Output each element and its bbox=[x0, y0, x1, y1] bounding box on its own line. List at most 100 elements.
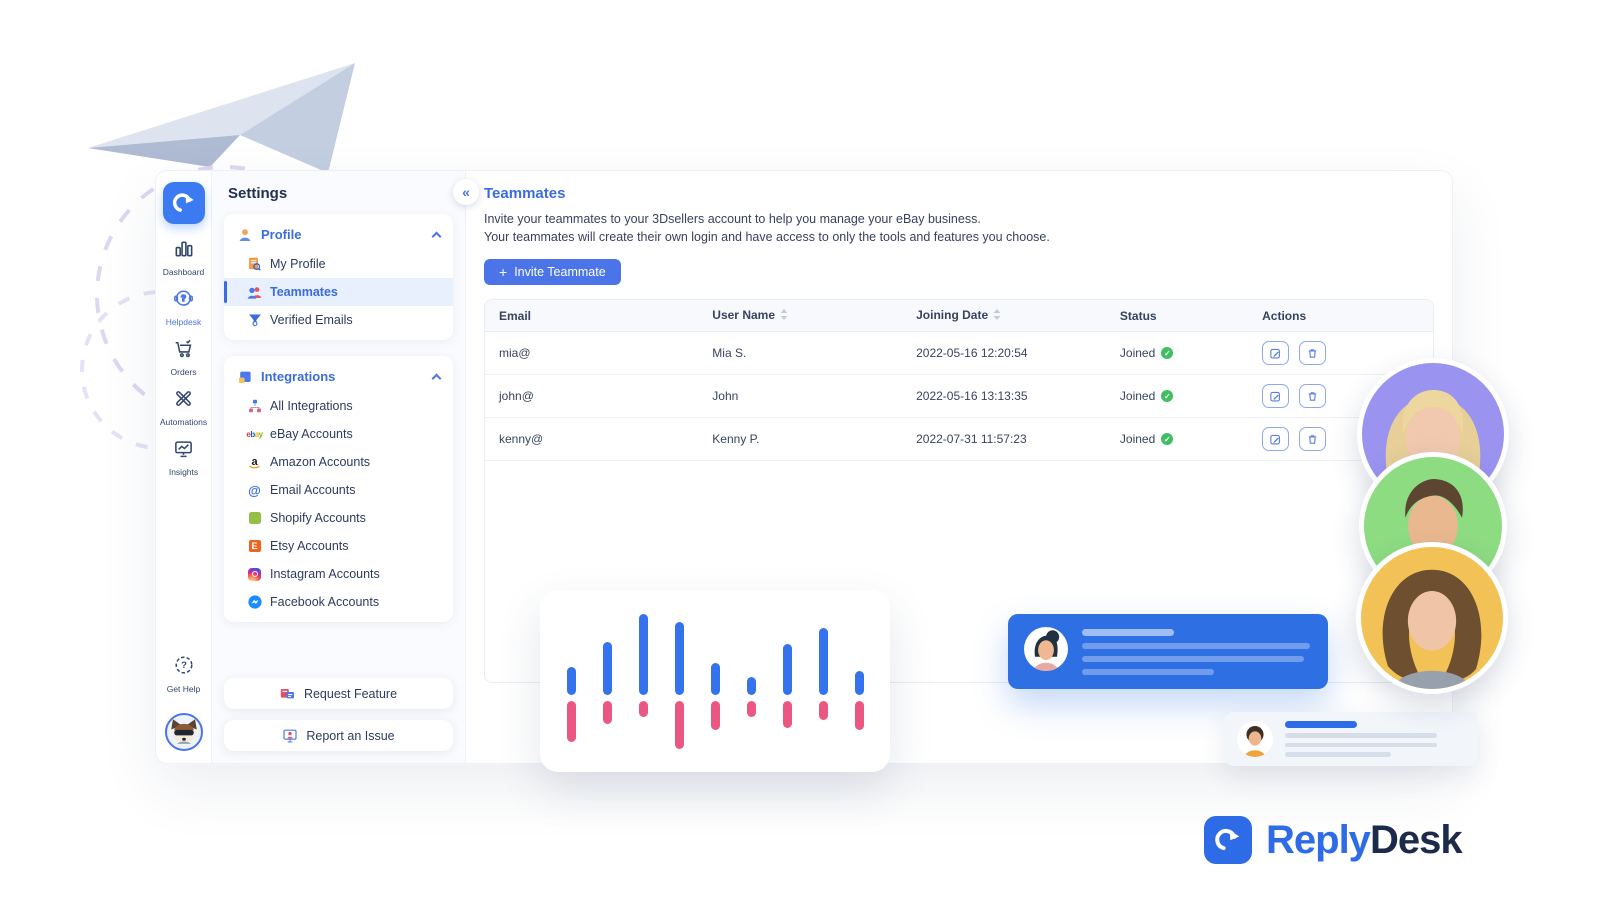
mini-bar-chart bbox=[566, 610, 864, 753]
brand-logo: ReplyDesk bbox=[1204, 816, 1463, 864]
skeleton-line bbox=[1285, 733, 1437, 738]
footer-button-label: Report an Issue bbox=[306, 728, 395, 743]
message-skeleton-lines bbox=[1285, 721, 1437, 757]
chat-avatar-woman bbox=[1024, 627, 1068, 671]
collapse-panel-button double-chevron-left-icon[interactable]: « bbox=[453, 179, 479, 205]
settings-item-shopify-accounts[interactable]: Shopify Accounts bbox=[224, 504, 453, 532]
bar-pair bbox=[854, 610, 864, 753]
sidebar-item-automations[interactable]: Automations bbox=[156, 388, 211, 427]
app-logo reply-arrow-icon[interactable] bbox=[162, 182, 205, 224]
skeleton-line-highlight bbox=[1285, 721, 1357, 729]
settings-item-my-profile[interactable]: My Profile bbox=[224, 250, 453, 278]
sidebar-item-orders[interactable]: Orders bbox=[156, 338, 211, 377]
settings-item-ebay-accounts[interactable]: ebay eBay Accounts bbox=[224, 420, 453, 448]
page-description: Invite your teammates to your 3Dsellers … bbox=[484, 210, 1434, 246]
person-icon bbox=[237, 227, 252, 242]
sidebar-item-helpdesk[interactable]: ? Helpdesk bbox=[156, 288, 211, 327]
hierarchy-icon bbox=[247, 399, 262, 414]
footer-button-label: Request Feature bbox=[303, 686, 398, 701]
svg-text:a: a bbox=[251, 456, 258, 468]
edit-button edit-icon[interactable] bbox=[1262, 427, 1290, 452]
bar-pair bbox=[710, 610, 720, 753]
column-header-actions: Actions bbox=[1248, 300, 1433, 333]
sidebar-item-label: Helpdesk bbox=[165, 317, 202, 327]
sort-icon[interactable] bbox=[780, 309, 788, 323]
skeleton-line bbox=[1082, 629, 1174, 636]
profile-group-header[interactable]: Profile bbox=[224, 219, 453, 250]
column-header-username: User Name bbox=[698, 300, 903, 333]
sidebar-item-insights[interactable]: Insights bbox=[156, 438, 211, 477]
cell-username: Kenny P. bbox=[698, 417, 903, 462]
delete-button trash-icon[interactable] bbox=[1299, 384, 1327, 409]
bar-up bbox=[854, 670, 864, 695]
cell-username: Mia S. bbox=[698, 331, 903, 376]
sort-icon[interactable] bbox=[993, 309, 1001, 323]
bar-down bbox=[746, 700, 756, 717]
feature-icon bbox=[280, 686, 295, 701]
profile-doc-icon bbox=[247, 257, 262, 272]
svg-text:?: ? bbox=[181, 660, 187, 671]
brand-logo-icon reply-arrow-icon bbox=[1204, 816, 1252, 864]
settings-item-etsy-accounts[interactable]: E Etsy Accounts bbox=[224, 532, 453, 560]
at-sign-icon: @ bbox=[248, 482, 261, 498]
edit-button edit-icon[interactable] bbox=[1262, 341, 1290, 366]
settings-item-verified-emails[interactable]: Verified Emails bbox=[224, 306, 453, 334]
messenger-icon bbox=[247, 595, 262, 610]
bar-pair bbox=[602, 610, 612, 753]
check-circle-icon: ✓ bbox=[1161, 390, 1174, 403]
bar-up bbox=[602, 641, 612, 695]
skeleton-line bbox=[1082, 669, 1214, 675]
puzzle-icon bbox=[237, 369, 252, 384]
skeleton-line bbox=[1285, 752, 1391, 757]
bar-up bbox=[818, 627, 828, 695]
settings-item-instagram-accounts[interactable]: Instagram Accounts bbox=[224, 560, 453, 588]
sidebar-item-get-help[interactable]: ? Get Help bbox=[156, 654, 211, 694]
settings-item-amazon-accounts[interactable]: a Amazon Accounts bbox=[224, 448, 453, 476]
settings-item-facebook-accounts[interactable]: Facebook Accounts bbox=[224, 588, 453, 616]
invite-button-label: Invite Teammate bbox=[514, 265, 606, 280]
bar-down bbox=[854, 700, 864, 730]
skeleton-line bbox=[1082, 643, 1310, 649]
teammates-icon bbox=[247, 285, 262, 300]
settings-item-label: Facebook Accounts bbox=[270, 595, 380, 609]
plus-icon: + bbox=[499, 264, 508, 281]
message-skeleton-lines bbox=[1082, 627, 1310, 675]
sidebar-item-label: Automations bbox=[159, 417, 208, 427]
monitor-icon bbox=[173, 438, 194, 464]
settings-item-teammates[interactable]: Teammates bbox=[224, 278, 453, 306]
bar-chart-icon bbox=[173, 238, 194, 264]
chat-message-card-blue bbox=[1008, 614, 1328, 689]
settings-item-label: Instagram Accounts bbox=[270, 567, 380, 581]
cell-status: Joined ✓ bbox=[1105, 331, 1249, 376]
bar-down bbox=[638, 700, 648, 717]
table-row: kenny@ Kenny P. 2022-07-31 11:57:23 Join… bbox=[485, 417, 1433, 462]
column-header-joining-date: Joining Date bbox=[902, 300, 1106, 333]
table-row: mia@ Mia S. 2022-05-16 12:20:54 Joined ✓ bbox=[485, 331, 1433, 376]
settings-item-label: My Profile bbox=[270, 257, 326, 271]
settings-item-label: Shopify Accounts bbox=[270, 511, 366, 525]
delete-button trash-icon[interactable] bbox=[1299, 427, 1327, 452]
check-circle-icon: ✓ bbox=[1161, 433, 1174, 446]
settings-item-email-accounts[interactable]: @ Email Accounts bbox=[224, 476, 453, 504]
settings-panel: Settings Profile My Profile Teammates Ve… bbox=[212, 171, 466, 763]
profile-group-card: Profile My Profile Teammates Verified Em… bbox=[224, 214, 453, 340]
column-header-status: Status bbox=[1105, 300, 1249, 333]
report-issue-button[interactable]: Report an Issue bbox=[224, 720, 453, 751]
user-avatar dog-avatar[interactable] bbox=[164, 713, 203, 751]
request-feature-button[interactable]: Request Feature bbox=[224, 678, 453, 709]
table-row: john@ John 2022-05-16 13:13:35 Joined ✓ bbox=[485, 374, 1433, 419]
check-circle-icon: ✓ bbox=[1161, 347, 1174, 360]
settings-item-label: Etsy Accounts bbox=[270, 539, 349, 553]
edit-button edit-icon[interactable] bbox=[1262, 384, 1290, 409]
invite-teammate-button[interactable]: + Invite Teammate bbox=[484, 259, 621, 286]
column-header-email: Email bbox=[485, 300, 699, 333]
integrations-group-header[interactable]: Integrations bbox=[224, 361, 453, 392]
sidebar-item-dashboard[interactable]: Dashboard bbox=[156, 238, 211, 277]
settings-item-all-integrations[interactable]: All Integrations bbox=[224, 392, 453, 420]
cell-email: mia@ bbox=[485, 331, 699, 376]
bar-pair bbox=[566, 610, 576, 753]
cell-joining-date: 2022-05-16 13:13:35 bbox=[902, 374, 1106, 419]
delete-button trash-icon[interactable] bbox=[1299, 341, 1327, 366]
chevron-up-icon bbox=[431, 231, 442, 241]
question-circle-icon: ? bbox=[173, 654, 195, 681]
